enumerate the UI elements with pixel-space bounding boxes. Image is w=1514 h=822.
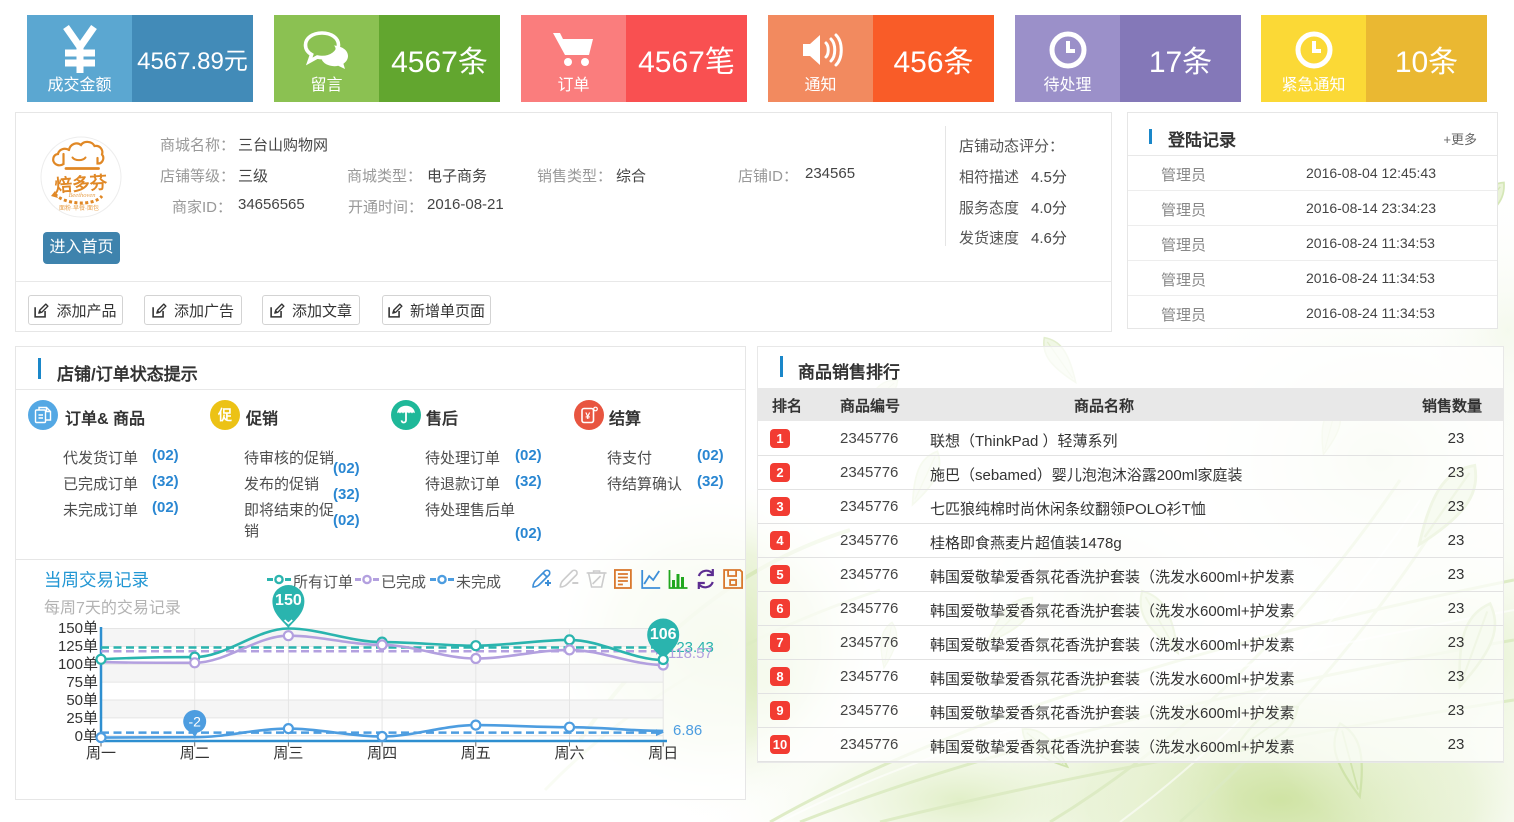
svg-text:-2: -2 [188, 714, 201, 730]
svg-text:周二: 周二 [180, 745, 210, 762]
svg-text:周四: 周四 [367, 745, 397, 762]
svg-text:50单: 50单 [66, 692, 98, 709]
svg-text:周六: 周六 [554, 745, 584, 762]
svg-text:75单: 75单 [66, 674, 98, 691]
svg-text:25单: 25单 [66, 710, 98, 727]
svg-text:0单: 0单 [75, 728, 98, 745]
svg-text:106: 106 [650, 626, 677, 643]
svg-text:¥: ¥ [585, 411, 590, 421]
svg-text:Beethoven: Beethoven [68, 192, 95, 199]
svg-text:125单: 125单 [58, 638, 98, 655]
svg-text:周五: 周五 [461, 745, 491, 762]
svg-text:150单: 150单 [58, 620, 98, 637]
svg-text:150: 150 [275, 592, 302, 609]
svg-text:周三: 周三 [273, 745, 303, 762]
svg-text:周日: 周日 [648, 745, 678, 762]
svg-text:6.86: 6.86 [673, 722, 702, 739]
svg-text:面粉·早餐·面包: 面粉·早餐·面包 [59, 204, 99, 212]
svg-text:周一: 周一 [86, 745, 116, 762]
svg-text:118.57: 118.57 [668, 645, 713, 662]
svg-text:100单: 100单 [58, 656, 98, 673]
